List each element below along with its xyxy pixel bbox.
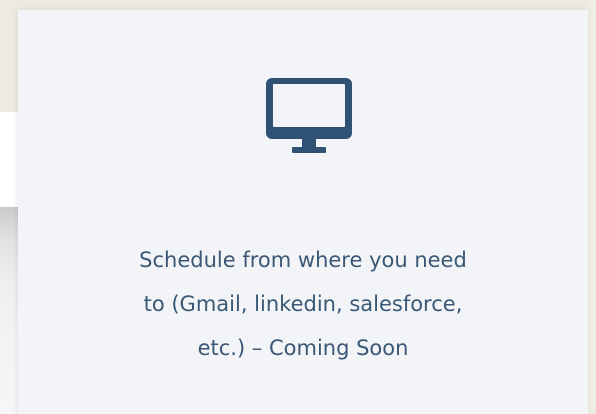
- feature-description-line-2: to (Gmail, linkedin, salesforce,: [143, 292, 463, 316]
- page-background-right-edge: [588, 0, 596, 414]
- feature-description: Schedule from where you need to (Gmail, …: [58, 238, 548, 370]
- desktop-monitor-icon: [266, 78, 352, 168]
- feature-description-line-3: etc.) – Coming Soon: [197, 336, 409, 360]
- feature-description-line-1: Schedule from where you need: [139, 248, 467, 272]
- feature-card: Schedule from where you need to (Gmail, …: [18, 10, 588, 414]
